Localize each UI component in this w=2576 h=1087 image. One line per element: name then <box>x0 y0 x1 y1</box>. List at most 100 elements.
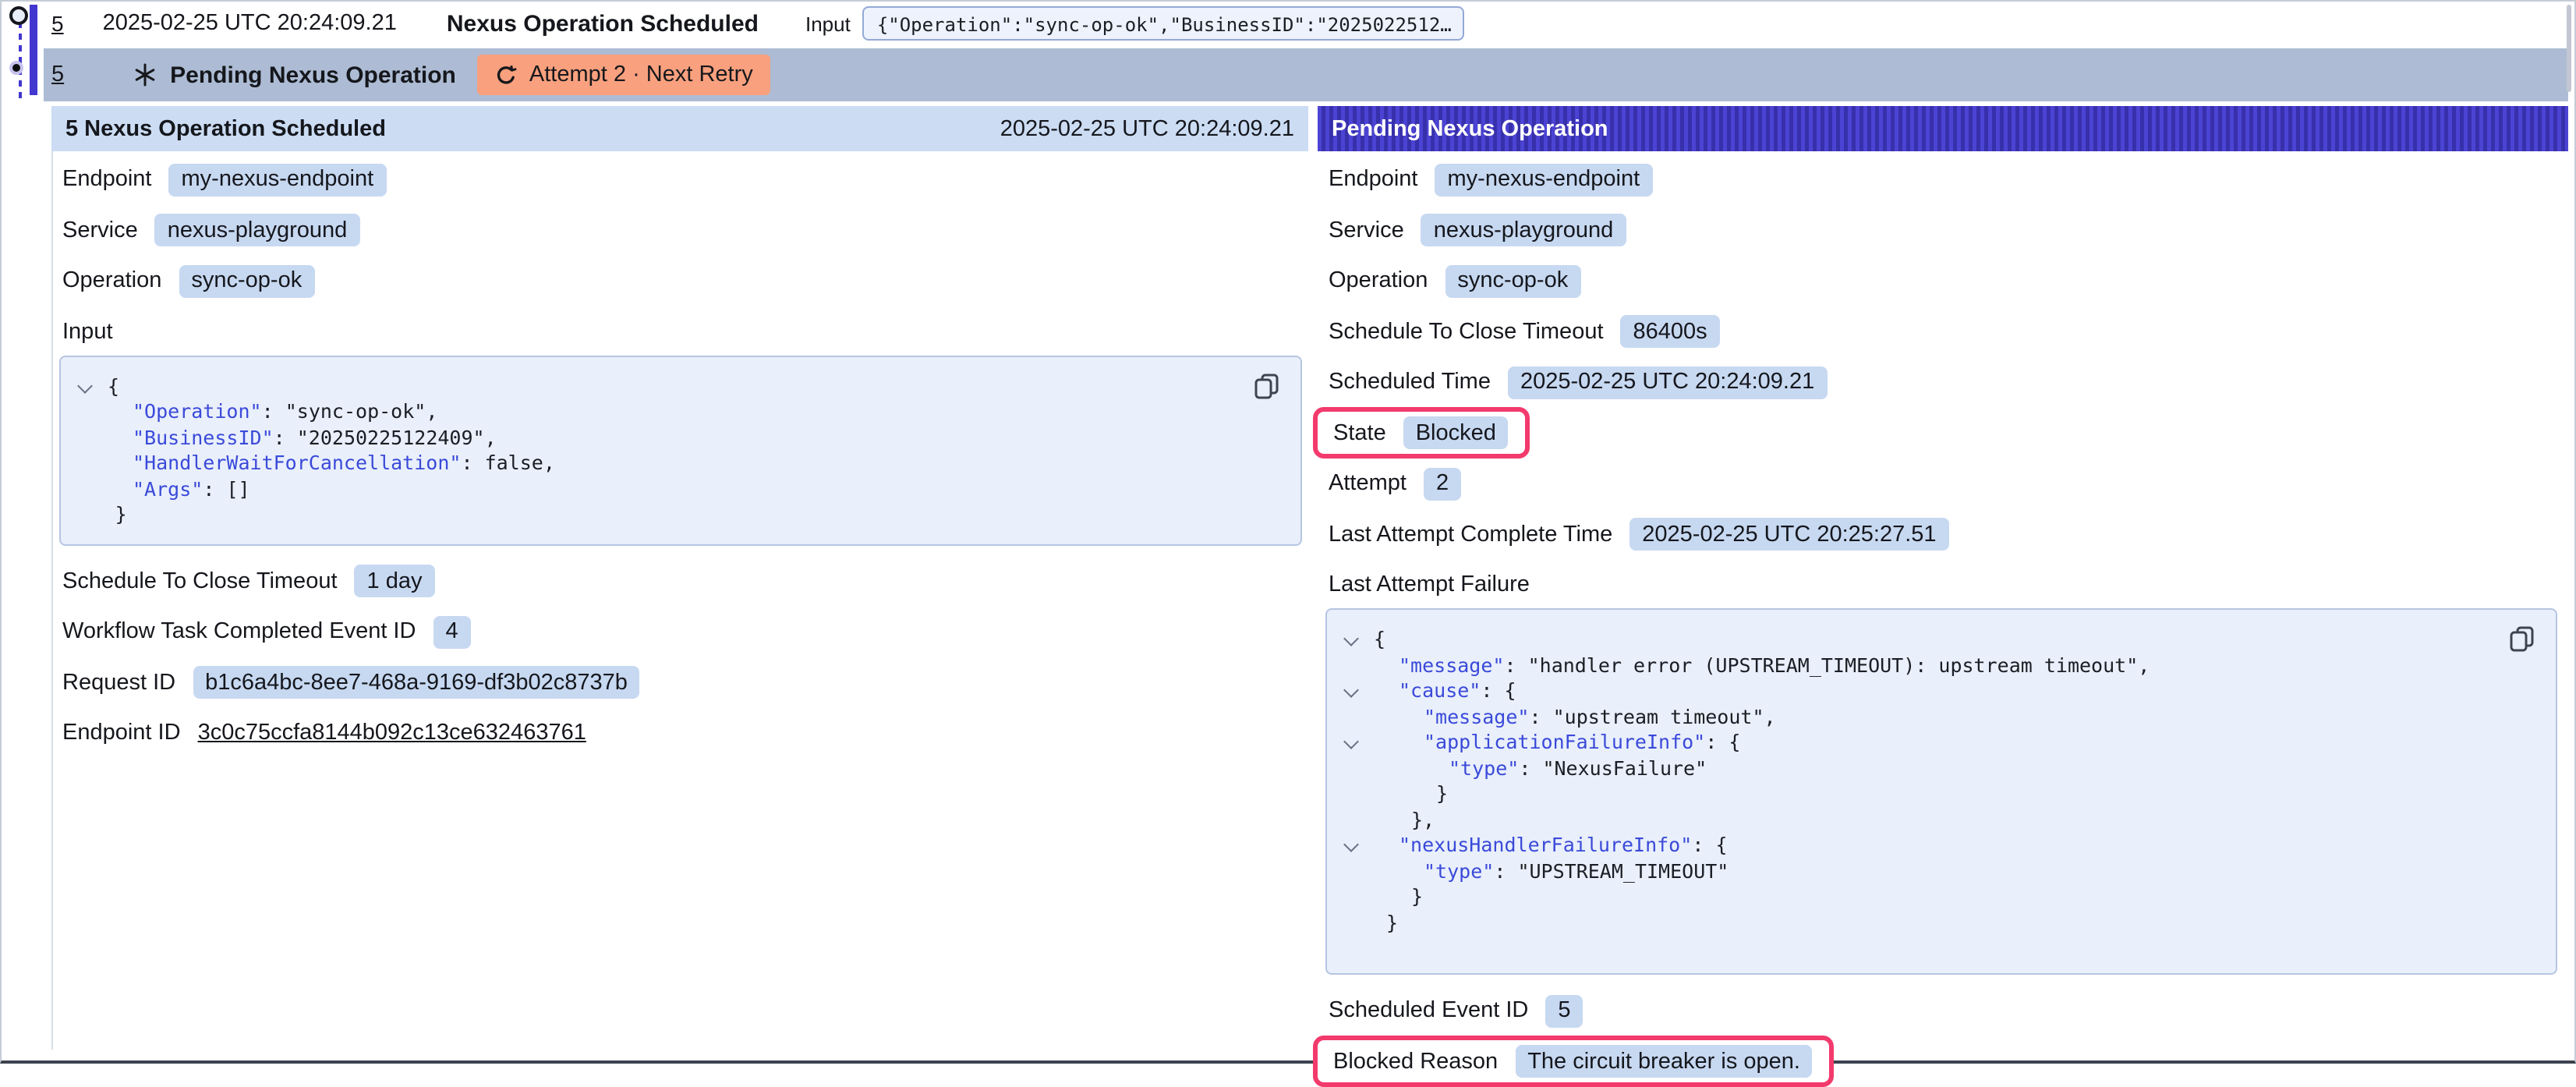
selected-event-indicator-bar <box>30 5 37 95</box>
right-panel-fields-top: Endpointmy-nexus-endpoint Servicenexus-pl… <box>1329 162 2568 551</box>
field-label: Blocked Reason <box>1333 1049 1498 1074</box>
field-row-workflow-task-completed-event-id: Workflow Task Completed Event ID4 <box>62 614 1308 649</box>
temporal-event-history-view: 5 2025-02-25 UTC 20:24:09.21 Nexus Opera… <box>0 0 2576 1064</box>
left-panel-header: 5 Nexus Operation Scheduled 2025-02-25 U… <box>51 106 1308 151</box>
field-row-service: Servicenexus-playground <box>1329 213 2568 247</box>
code-line: } <box>1327 910 2490 936</box>
copy-icon[interactable] <box>2509 625 2535 652</box>
field-value-chip: 1 day <box>355 565 435 597</box>
right-panel-fields-bottom: Scheduled Event ID5Blocked ReasonThe cir… <box>1329 993 2568 1078</box>
collapse-chevron-icon[interactable] <box>1344 633 1357 646</box>
field-value-chip: sync-op-ok <box>179 264 314 297</box>
last-attempt-failure-label: Last Attempt Failure <box>1329 568 2568 602</box>
field-row-endpoint: Endpointmy-nexus-endpoint <box>1329 162 2568 197</box>
json-text: } <box>1436 781 1448 805</box>
field-value-chip: 2 <box>1424 467 1461 500</box>
json-text: { <box>1505 678 1516 702</box>
field-value-chip: 5 <box>1545 994 1583 1027</box>
field-value-chip: nexus-playground <box>155 214 360 246</box>
json-text: : <box>274 425 297 448</box>
collapse-chevron-icon[interactable] <box>1344 839 1357 852</box>
field-value-chip: 86400s <box>1621 315 1720 348</box>
json-text: : <box>1504 653 1527 676</box>
code-line: } <box>1327 884 2490 910</box>
field-row-operation: Operationsync-op-ok <box>1329 264 2568 298</box>
code-line: }, <box>1327 807 2490 833</box>
json-text: : <box>1529 704 1552 728</box>
field-label: Endpoint <box>62 167 152 192</box>
copy-icon[interactable] <box>1254 372 1280 398</box>
field-row-state: StateBlocked <box>1329 416 2568 450</box>
failure-json-lines: {"message": "handler error (UPSTREAM_TIM… <box>1327 627 2490 936</box>
json-text: "upstream timeout", <box>1553 704 1776 728</box>
field-value-chip: my-nexus-endpoint <box>1435 163 1653 196</box>
event-row-nexus-operation-scheduled[interactable]: 5 2025-02-25 UTC 20:24:09.21 Nexus Opera… <box>51 2 2562 45</box>
code-line: "nexusHandlerFailureInfo": { <box>1327 833 2490 859</box>
nexus-asterisk-icon <box>133 62 157 87</box>
field-value-link[interactable]: 3c0c75ccfa8144b092c13ce632463761 <box>198 721 586 745</box>
field-label: Schedule To Close Timeout <box>62 568 338 593</box>
code-line: "applicationFailureInfo": { <box>1327 730 2490 756</box>
input-label: Input <box>805 12 851 35</box>
json-text: : <box>461 451 484 474</box>
attempt-retry-label: Attempt 2 · Next Retry <box>529 62 753 87</box>
collapse-chevron-icon[interactable] <box>1344 736 1357 749</box>
code-line: "Args": [] <box>61 476 1235 502</box>
json-key: "Operation" <box>133 399 262 423</box>
field-label: Request ID <box>62 670 175 695</box>
json-text: { <box>1715 833 1727 856</box>
left-panel-title: 5 Nexus Operation Scheduled <box>65 116 386 141</box>
code-line: "type": "UPSTREAM_TIMEOUT" <box>1327 859 2490 884</box>
event-id-link[interactable]: 5 <box>51 62 64 87</box>
code-line: { <box>1327 627 2490 653</box>
field-label: Schedule To Close Timeout <box>1329 319 1604 344</box>
field-row-schedule-to-close-timeout: Schedule To Close Timeout 86400s <box>1329 314 2568 349</box>
code-line: "type": "NexusFailure" <box>1327 756 2490 781</box>
json-text: "NexusFailure" <box>1542 756 1707 779</box>
json-text: : <box>1494 859 1517 882</box>
input-json-preview[interactable]: {"Operation":"sync-op-ok","BusinessID":"… <box>863 6 1465 41</box>
event-id-link[interactable]: 5 <box>51 11 64 36</box>
vertical-scrollbar-thumb[interactable] <box>2567 5 2571 92</box>
field-row-attempt: Attempt 2 <box>1329 466 2568 501</box>
json-text: "handler error (UPSTREAM_TIMEOUT): upstr… <box>1528 653 2150 676</box>
field-value-chip: 4 <box>433 615 470 648</box>
field-value-chip: 2025-02-25 UTC 20:24:09.21 <box>1508 366 1827 398</box>
timeline-open-circle-marker <box>9 6 28 25</box>
json-key: "Args" <box>133 476 203 500</box>
event-title: Nexus Operation Scheduled <box>447 10 759 37</box>
field-row-scheduled-time: Scheduled Time 2025-02-25 UTC 20:24:09.21 <box>1329 365 2568 399</box>
json-text: [] <box>226 476 249 500</box>
json-text: "sync-op-ok", <box>285 399 438 423</box>
field-label: Last Attempt Complete Time <box>1329 522 1612 547</box>
json-text: } <box>115 502 127 526</box>
input-json-lines: {"Operation": "sync-op-ok","BusinessID":… <box>61 374 1235 528</box>
collapse-chevron-icon[interactable] <box>1344 685 1357 697</box>
field-label: Service <box>1329 218 1404 243</box>
json-text: : <box>1481 678 1504 702</box>
event-row-pending-nexus-operation[interactable]: 5 Pending Nexus Operation Attempt 2 · Ne… <box>44 48 2568 101</box>
json-text: } <box>1386 910 1398 933</box>
field-label: Attempt <box>1329 471 1407 496</box>
collapse-chevron-icon[interactable] <box>78 380 90 392</box>
field-row-blocked-reason: Blocked ReasonThe circuit breaker is ope… <box>1329 1044 2568 1078</box>
left-panel-fields-top: Endpoint my-nexus-endpoint Servicenexus-pl… <box>62 162 1308 298</box>
red-annotation-highlight: Blocked ReasonThe circuit breaker is ope… <box>1313 1036 1835 1087</box>
code-line: { <box>61 374 1235 399</box>
code-line: } <box>61 502 1235 528</box>
input-json-block: {"Operation": "sync-op-ok","BusinessID":… <box>59 355 1302 545</box>
field-value-chip: sync-op-ok <box>1445 264 1580 297</box>
field-row-service: Servicenexus-playground <box>62 213 1308 247</box>
json-key: "message" <box>1424 704 1529 728</box>
timeline-current-event-dot <box>9 60 23 74</box>
json-key: "cause" <box>1399 678 1481 702</box>
field-value-chip: my-nexus-endpoint <box>169 163 387 196</box>
right-panel-title: Pending Nexus Operation <box>1332 116 1608 141</box>
pending-operation-title: Pending Nexus Operation <box>170 62 456 88</box>
field-label: Scheduled Time <box>1329 370 1491 395</box>
json-key: "message" <box>1399 653 1504 676</box>
json-text: : <box>1705 730 1729 753</box>
code-line: "cause": { <box>1327 678 2490 704</box>
field-row-endpoint-id: Endpoint ID3c0c75ccfa8144b092c13ce632463… <box>62 716 1308 750</box>
json-key: "nexusHandlerFailureInfo" <box>1399 833 1692 856</box>
